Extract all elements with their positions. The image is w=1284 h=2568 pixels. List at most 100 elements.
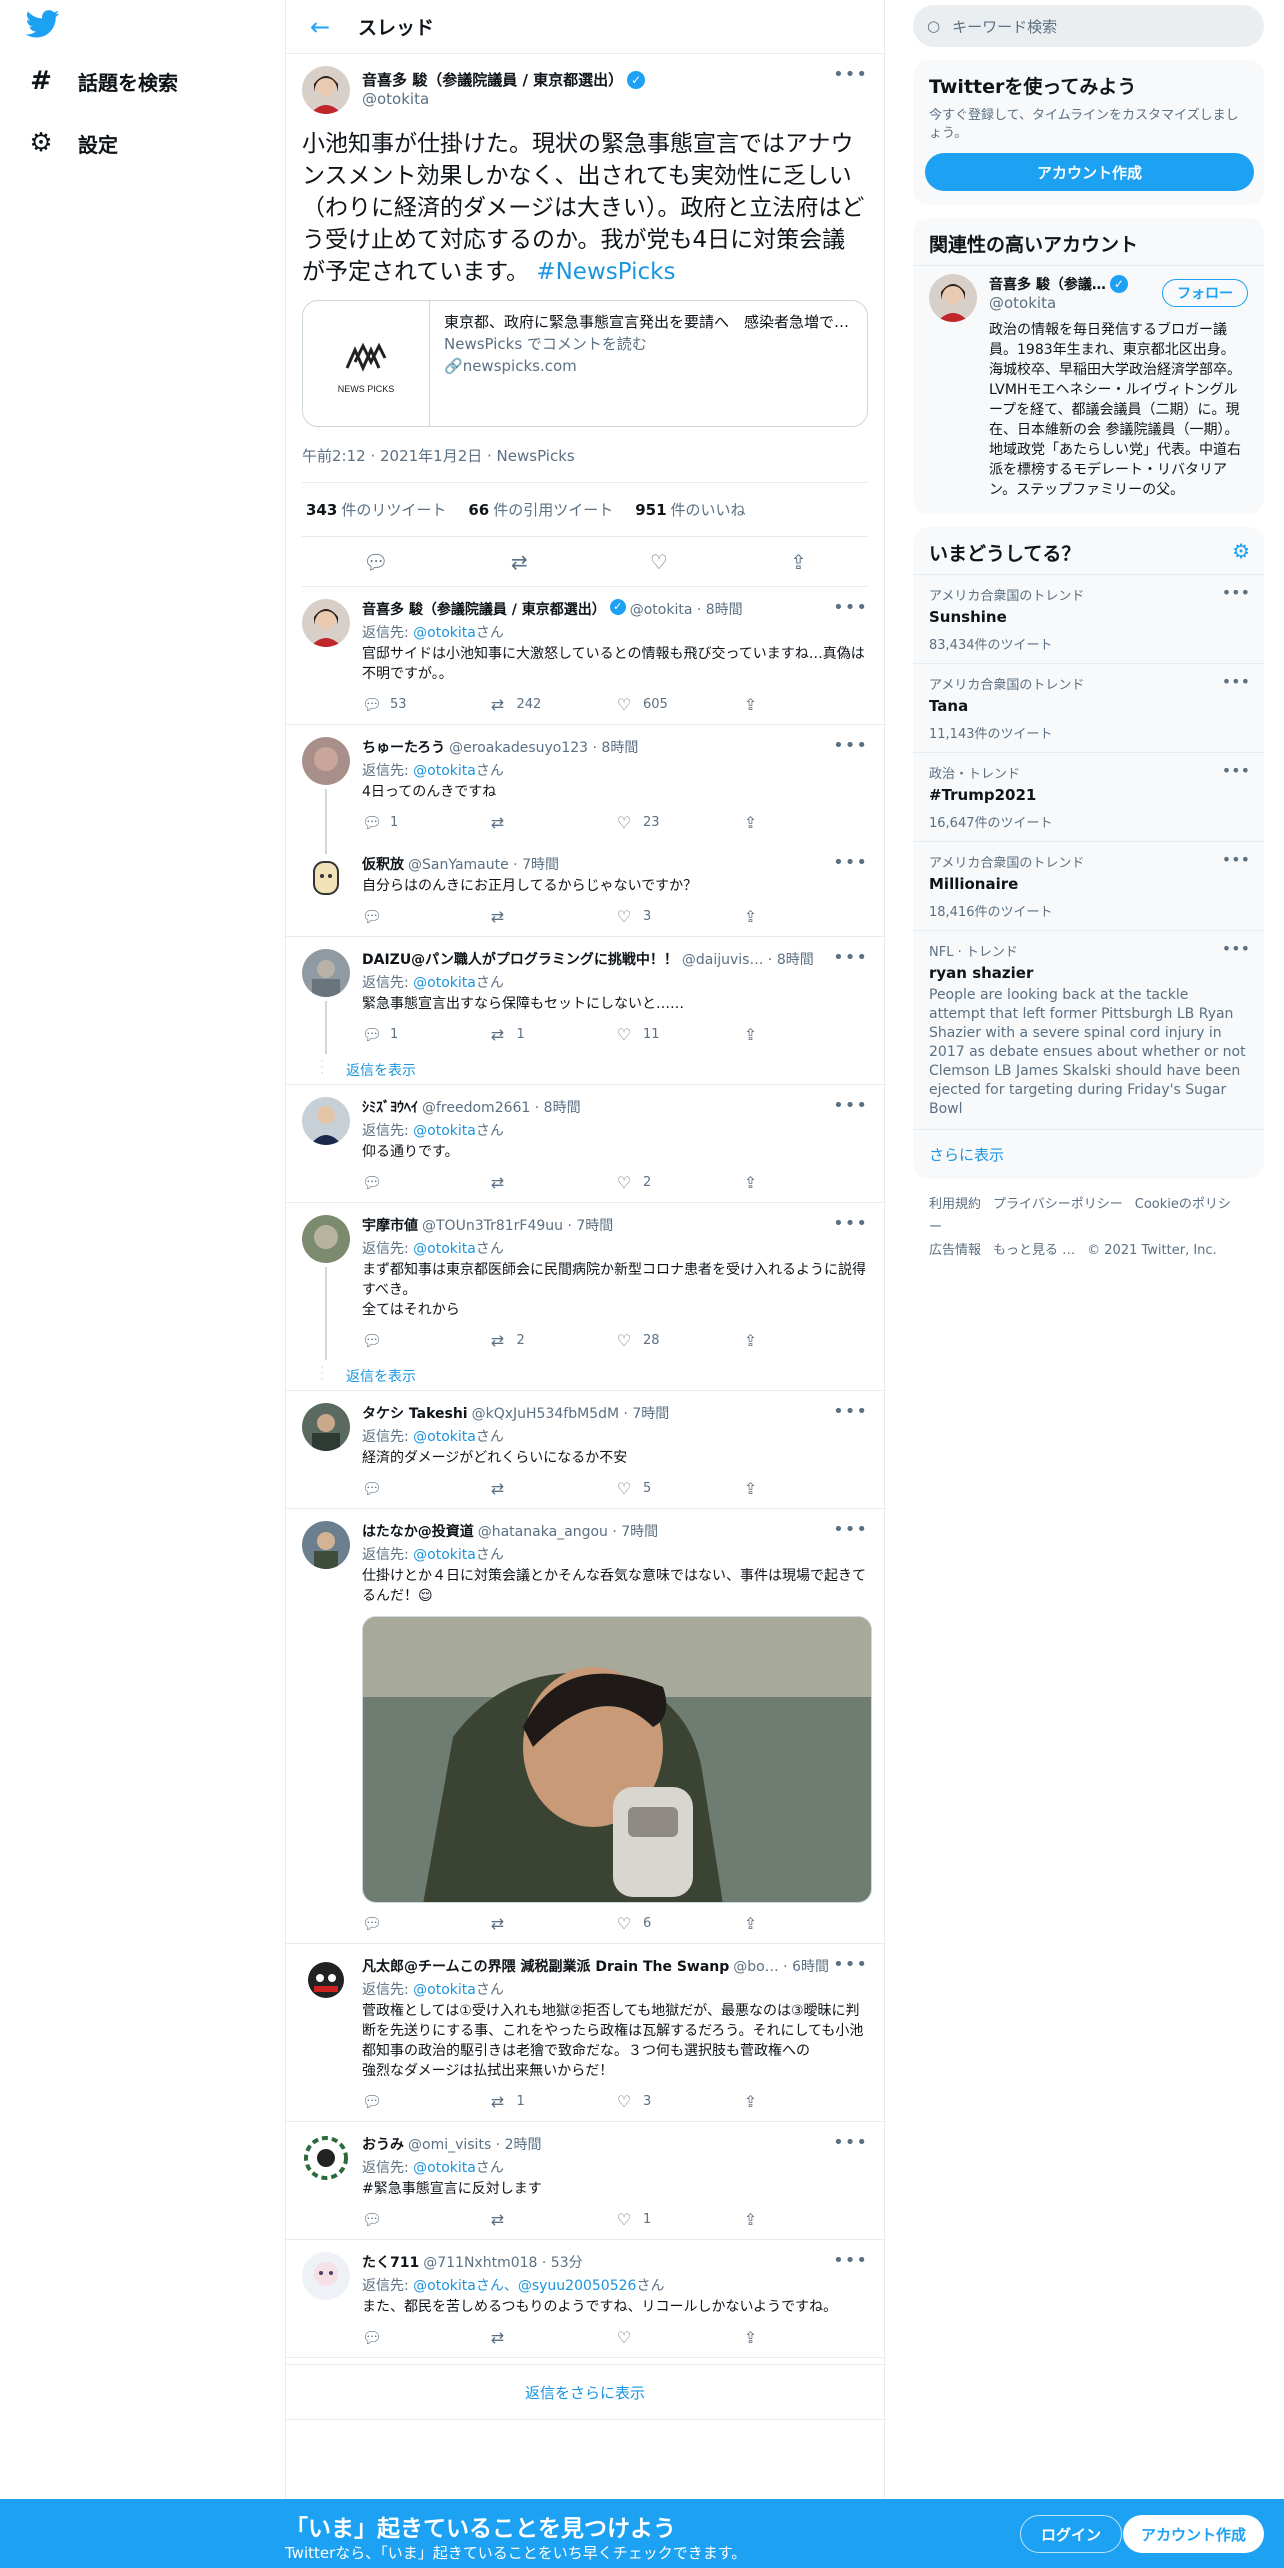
avatar[interactable]	[302, 2134, 350, 2182]
share-action[interactable]: ⇪	[742, 813, 869, 832]
more-options-icon[interactable]: •••	[1222, 583, 1250, 602]
reply-action[interactable]: 💬︎	[362, 907, 489, 926]
more-options-icon[interactable]: •••	[833, 1401, 868, 1422]
reply-author-name[interactable]: たく711	[362, 2252, 419, 2272]
reply-author-name[interactable]: ｼﾐｽﾞﾖｳﾍｲ	[362, 1097, 418, 1117]
retweet-action[interactable]: ⇄	[489, 813, 616, 832]
share-action[interactable]: ⇪	[742, 695, 869, 714]
reply-to-mention[interactable]: @otokita	[413, 975, 476, 991]
trend-item[interactable]: ••• 政治・トレンド #Trump2021 16,647件のツイート	[913, 752, 1264, 841]
more-options-icon[interactable]: •••	[833, 1954, 868, 1975]
reply-to-mention[interactable]: @otokita	[413, 1429, 476, 1445]
search-input[interactable]: キーワード検索	[952, 16, 1057, 37]
retweet-action[interactable]: ⇄ 1	[489, 1025, 616, 1044]
footer-link[interactable]: プライバシーポリシー	[993, 1197, 1123, 1212]
trend-item[interactable]: ••• アメリカ合衆国のトレンド Sunshine 83,434件のツイート	[913, 574, 1264, 663]
avatar[interactable]	[302, 1521, 350, 1569]
share-action[interactable]: ⇪	[742, 2092, 869, 2111]
account-handle[interactable]: @otokita	[989, 294, 1128, 312]
reply-meta[interactable]: @eroakadesuyo123 · 8時間	[449, 737, 638, 757]
reply-author-name[interactable]: タケシ Takeshi	[362, 1403, 468, 1423]
retweet-icon[interactable]: ⇄	[511, 550, 528, 574]
like-action[interactable]: ♡ 5	[615, 1479, 742, 1498]
avatar[interactable]	[302, 1215, 350, 1263]
reply-meta[interactable]: @SanYamaute · 7時間	[408, 854, 559, 874]
create-account-button[interactable]: アカウント作成	[925, 153, 1254, 191]
like-action[interactable]: ♡ 28	[615, 1331, 742, 1350]
more-options-icon[interactable]: •••	[1222, 850, 1250, 869]
reply-tweet[interactable]: ••• 音喜多 駿（参議院議員 / 東京都選出） ✓ @otokita · 8時間 返信…	[286, 587, 884, 725]
more-options-icon[interactable]: •••	[1222, 939, 1250, 958]
more-options-icon[interactable]: •••	[1222, 761, 1250, 780]
reply-author-name[interactable]: 仮釈放	[362, 854, 404, 874]
avatar[interactable]	[302, 1403, 350, 1451]
more-options-icon[interactable]: •••	[1222, 672, 1250, 691]
avatar[interactable]	[302, 66, 350, 114]
like-stat[interactable]: 951 件のいいね	[635, 499, 745, 520]
avatar[interactable]	[302, 854, 350, 902]
reply-to-mention[interactable]: @otokita	[413, 1547, 476, 1563]
avatar[interactable]	[302, 949, 350, 997]
reply-author-name[interactable]: 凡太郎@チームこの界隈 減税副業派 Drain The Swanp	[362, 1956, 729, 1976]
reply-to-mention[interactable]: @otokitaさん、@syuu20050526	[413, 2278, 636, 2294]
reply-meta[interactable]: @omi_visits · 2時間	[408, 2134, 542, 2154]
retweet-action[interactable]: ⇄	[489, 2328, 616, 2347]
avatar[interactable]	[302, 1956, 350, 2004]
more-options-icon[interactable]: •••	[833, 852, 868, 873]
avatar[interactable]	[302, 1097, 350, 1145]
more-options-icon[interactable]: •••	[833, 1519, 868, 1540]
nav-explore[interactable]: # 話題を検索	[26, 66, 178, 96]
nav-settings[interactable]: ⚙ 設定	[26, 128, 118, 158]
search-box[interactable]: ○ キーワード検索	[913, 5, 1264, 47]
author-name[interactable]: 音喜多 駿（参議院議員 / 東京都選出）	[362, 69, 623, 90]
tweet-timestamp[interactable]: 午前2:12 · 2021年1月2日 · NewsPicks	[302, 429, 868, 483]
avatar[interactable]	[302, 737, 350, 785]
reply-action[interactable]: 💬︎	[362, 1173, 489, 1192]
like-action[interactable]: ♡	[615, 2328, 742, 2347]
more-options-icon[interactable]: •••	[833, 1213, 868, 1234]
reply-meta[interactable]: @hatanaka_angou · 7時間	[478, 1521, 658, 1541]
reply-tweet[interactable]: ••• たく711 @711Nxhtm018 · 53分 返信先: @otokitaさ…	[286, 2240, 884, 2358]
like-action[interactable]: ♡ 3	[615, 907, 742, 926]
show-more-link[interactable]: さらに表示	[913, 1129, 1264, 1179]
reply-to-mention[interactable]: @otokita	[413, 1241, 476, 1257]
footer-link[interactable]: もっと見る …	[993, 1243, 1075, 1258]
footer-link[interactable]: 広告情報	[929, 1243, 981, 1258]
trend-item[interactable]: ••• アメリカ合衆国のトレンド Millionaire 18,416件のツイート	[913, 841, 1264, 930]
reply-tweet[interactable]: ••• おうみ @omi_visits · 2時間 返信先: @otokitaさん #緊…	[286, 2122, 884, 2240]
avatar[interactable]	[302, 2252, 350, 2300]
reply-to-mention[interactable]: @otokita	[413, 1982, 476, 1998]
reply-to-mention[interactable]: @otokita	[413, 1123, 476, 1139]
reply-action[interactable]: 💬︎	[362, 1914, 489, 1933]
retweet-action[interactable]: ⇄	[489, 1914, 616, 1933]
reply-tweet[interactable]: ••• ｼﾐｽﾞﾖｳﾍｲ @freedom2661 · 8時間 返信先: @otoki…	[286, 1085, 884, 1203]
reply-icon[interactable]: 💬︎	[363, 550, 388, 574]
share-action[interactable]: ⇪	[742, 1025, 869, 1044]
hashtag-link[interactable]: #NewsPicks	[536, 259, 675, 285]
reply-meta[interactable]: @kQxJuH534fbM5dM · 7時間	[472, 1403, 670, 1423]
show-replies-link[interactable]: 返信を表示	[346, 1360, 884, 1390]
more-options-icon[interactable]: •••	[833, 735, 868, 756]
reply-action[interactable]: 💬︎ 1	[362, 1025, 489, 1044]
trend-item[interactable]: ••• NFL · トレンド ryan shazier People are look…	[913, 930, 1264, 1129]
more-options-icon[interactable]: •••	[833, 1095, 868, 1116]
retweet-action[interactable]: ⇄ 242	[489, 695, 616, 714]
retweet-action[interactable]: ⇄	[489, 1479, 616, 1498]
reply-tweet[interactable]: ••• 凡太郎@チームこの界隈 減税副業派 Drain The Swanp @bo……	[286, 1944, 884, 2122]
share-icon[interactable]: ⇪	[790, 550, 807, 574]
reply-meta[interactable]: @bo… · 6時間	[733, 1956, 829, 1976]
reply-action[interactable]: 💬︎	[362, 1479, 489, 1498]
quote-stat[interactable]: 66 件の引用ツイート	[468, 499, 613, 520]
reply-meta[interactable]: @freedom2661 · 8時間	[422, 1097, 581, 1117]
share-action[interactable]: ⇪	[742, 1914, 869, 1933]
reply-action[interactable]: 💬︎	[362, 2210, 489, 2229]
like-action[interactable]: ♡ 11	[615, 1025, 742, 1044]
more-options-icon[interactable]: •••	[833, 2132, 868, 2153]
more-options-icon[interactable]: •••	[833, 947, 868, 968]
reply-author-name[interactable]: ちゅーたろう	[362, 737, 445, 757]
retweet-action[interactable]: ⇄	[489, 907, 616, 926]
share-action[interactable]: ⇪	[742, 907, 869, 926]
reply-author-name[interactable]: 宇摩市値	[362, 1215, 418, 1235]
reply-tweet[interactable]: ••• タケシ Takeshi @kQxJuH534fbM5dM · 7時間 返信先:…	[286, 1391, 884, 1509]
reply-meta[interactable]: @daijuvis… · 8時間	[682, 949, 814, 969]
